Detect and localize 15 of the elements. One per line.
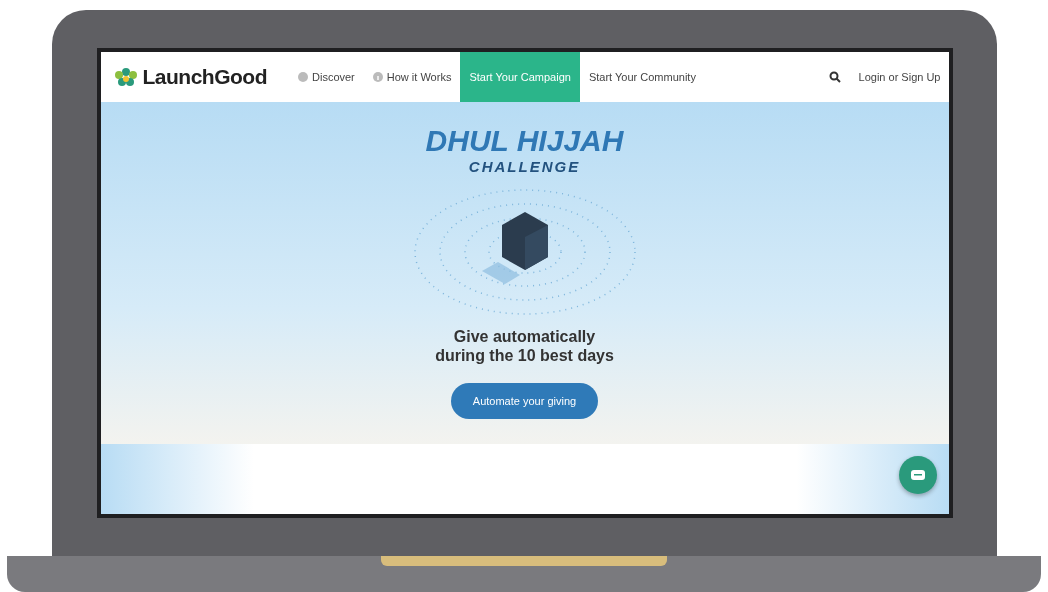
nav-link[interactable]: Start Your Community	[579, 52, 705, 102]
hero-tagline: Give automatically during the 10 best days	[435, 327, 614, 366]
brand-name: LaunchGood	[142, 65, 267, 89]
info-icon	[372, 72, 383, 82]
search-icon[interactable]	[828, 71, 841, 83]
hero-subtitle: CHALLENGE	[468, 158, 581, 175]
globe-icon	[298, 72, 308, 82]
logo-icon	[112, 66, 139, 88]
nav-link[interactable]: Discover	[289, 52, 364, 102]
hero-title: DHUL HIJJAH	[425, 126, 624, 156]
login-link[interactable]: Login or Sign Up	[858, 71, 941, 83]
nav-link[interactable]: How it Works	[363, 52, 461, 102]
automate-button[interactable]: Automate your giving	[450, 383, 599, 420]
chat-icon	[910, 470, 925, 480]
chat-button[interactable]	[898, 456, 937, 494]
